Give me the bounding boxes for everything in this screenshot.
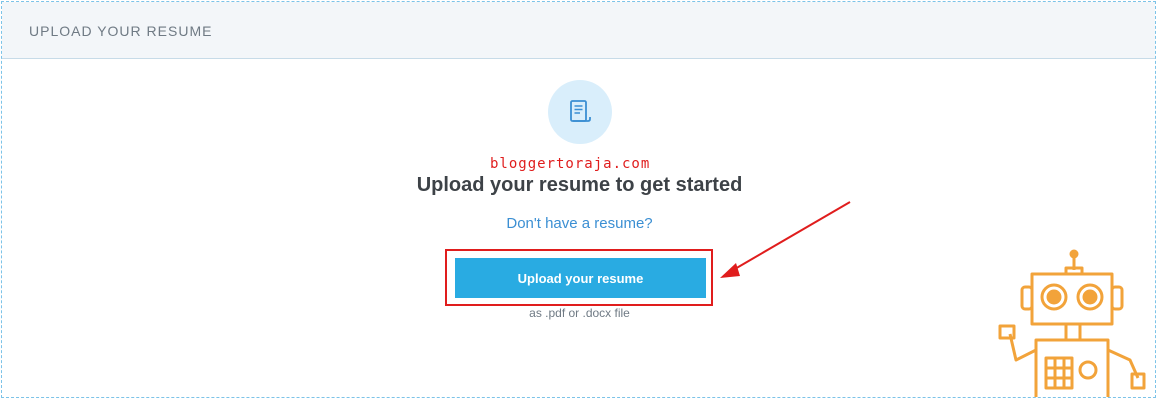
document-icon bbox=[570, 100, 591, 122]
file-type-hint: as .pdf or .docx file bbox=[529, 306, 630, 320]
document-icon-circle bbox=[548, 80, 612, 144]
panel-header: UPLOAD YOUR RESUME bbox=[2, 2, 1155, 59]
upload-resume-panel: UPLOAD YOUR RESUME bloggertoraja.com Upl… bbox=[1, 1, 1156, 398]
robot-mascot-icon bbox=[998, 249, 1146, 397]
annotation-arrow-icon bbox=[720, 201, 851, 278]
no-resume-link[interactable]: Don't have a resume? bbox=[2, 215, 1155, 232]
watermark-text: bloggertoraja.com bbox=[490, 156, 651, 172]
page-heading: Upload your resume to get started bbox=[416, 174, 743, 196]
upload-resume-button[interactable]: Upload your resume bbox=[455, 258, 706, 298]
panel-title: UPLOAD YOUR RESUME bbox=[29, 23, 213, 39]
